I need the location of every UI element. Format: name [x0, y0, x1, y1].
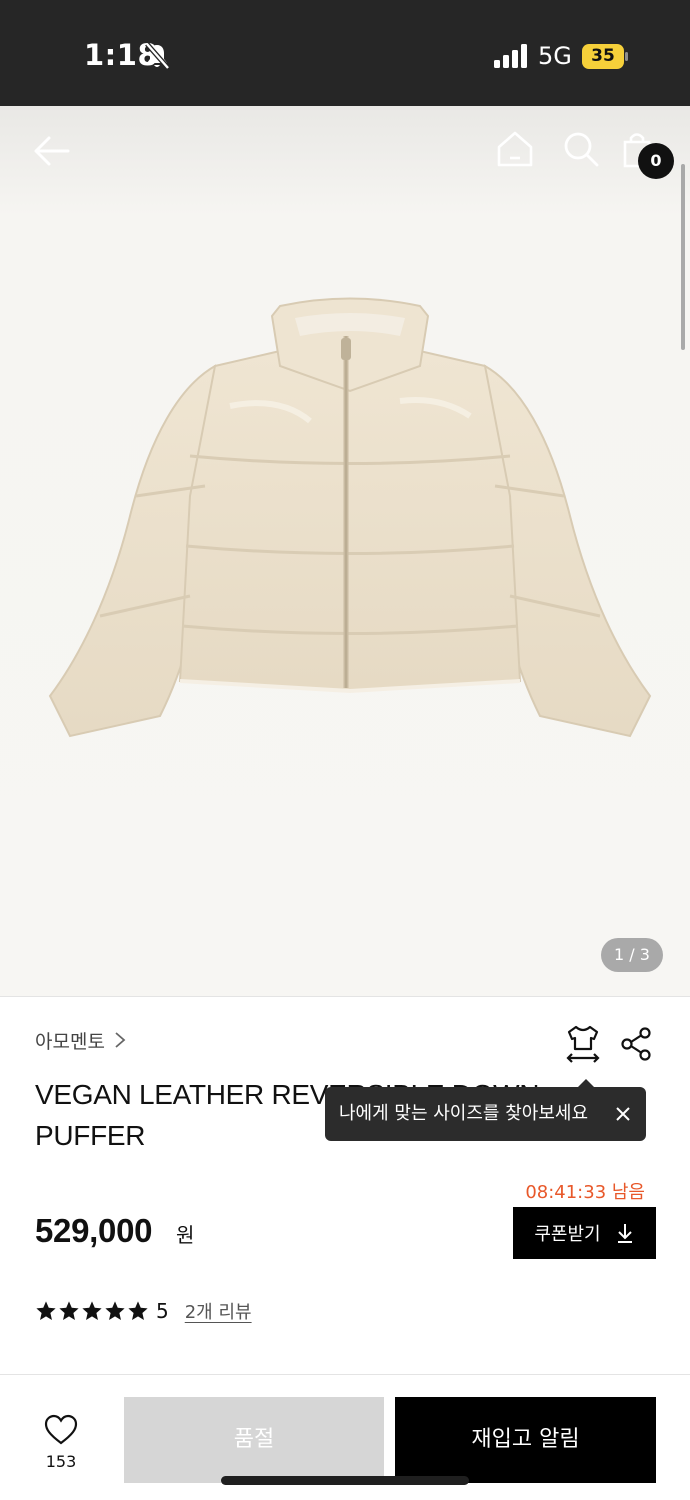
battery-level: 35: [591, 46, 615, 66]
brand-link[interactable]: 아모멘토: [35, 1027, 127, 1053]
scrollbar[interactable]: [681, 164, 685, 350]
product-image-gallery[interactable]: 0 1 / 3: [0, 106, 690, 996]
product-price: 529,000: [35, 1212, 153, 1249]
size-tooltip: 나에게 맞는 사이즈를 찾아보세요: [325, 1079, 646, 1141]
status-bar: 1:18 5G 35: [0, 0, 690, 106]
like-button[interactable]: 153: [30, 1410, 92, 1476]
battery-icon: 35: [582, 44, 628, 69]
cart-count-badge[interactable]: 0: [638, 143, 674, 179]
like-count: 153: [45, 1452, 77, 1471]
search-icon[interactable]: [562, 130, 600, 168]
heart-icon: [44, 1414, 78, 1445]
coupon-timer: 08:41:33 남음: [525, 1182, 645, 1203]
product-image: [48, 297, 652, 738]
share-icon[interactable]: [620, 1027, 652, 1061]
divider: [0, 1374, 690, 1375]
image-page-indicator: 1 / 3: [601, 938, 663, 972]
star-icon: [105, 1301, 125, 1320]
bell-off-icon: [145, 42, 170, 70]
divider: [0, 996, 690, 997]
rating-value: 5: [156, 1299, 169, 1323]
restock-alert-button[interactable]: 재입고 알림: [395, 1397, 656, 1483]
download-icon: [617, 1224, 632, 1243]
rating-stars: [35, 1300, 150, 1322]
close-icon[interactable]: [615, 1106, 631, 1122]
rating-row: 5 2개 리뷰: [35, 1298, 252, 1324]
tooltip-text: 나에게 맞는 사이즈를 찾아보세요: [339, 1103, 589, 1124]
star-icon: [59, 1301, 79, 1320]
home-icon[interactable]: [496, 130, 534, 168]
chevron-right-icon: [115, 1032, 126, 1048]
home-indicator: [221, 1476, 469, 1485]
star-icon: [36, 1301, 56, 1320]
coupon-button-label: 쿠폰받기: [534, 1224, 601, 1245]
reviews-link[interactable]: 2개 리뷰: [185, 1298, 252, 1324]
star-icon: [128, 1301, 148, 1320]
signal-icon: [494, 44, 527, 68]
network-label: 5G: [538, 42, 572, 70]
price-unit: 원: [176, 1223, 195, 1247]
star-icon: [82, 1301, 102, 1320]
size-guide-icon[interactable]: [565, 1024, 601, 1064]
coupon-button[interactable]: 쿠폰받기: [513, 1207, 656, 1259]
soldout-button[interactable]: 품절: [124, 1397, 384, 1483]
back-arrow-icon[interactable]: [32, 134, 72, 168]
brand-name: 아모멘토: [35, 1030, 105, 1053]
